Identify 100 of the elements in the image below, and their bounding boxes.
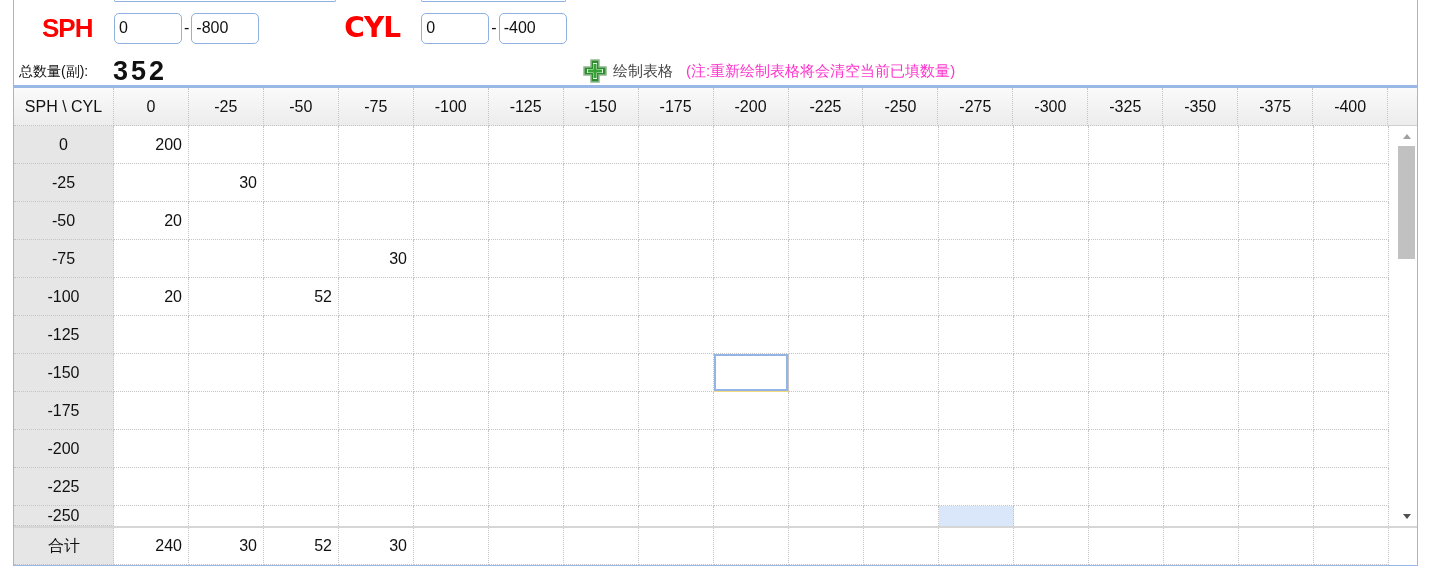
table-cell[interactable] [189,278,264,316]
table-cell[interactable] [1239,240,1314,278]
table-cell[interactable] [864,354,939,392]
table-cell[interactable] [1014,468,1089,506]
table-cell[interactable] [414,126,489,164]
table-cell[interactable] [489,354,564,392]
table-cell[interactable] [1164,392,1239,430]
table-cell[interactable] [1239,430,1314,468]
draw-table-button[interactable]: 绘制表格 [583,59,673,83]
table-cell[interactable] [639,354,714,392]
table-cell[interactable] [414,468,489,506]
table-cell[interactable] [189,354,264,392]
table-cell[interactable] [1239,392,1314,430]
table-cell[interactable] [864,240,939,278]
table-cell[interactable] [264,354,339,392]
table-cell[interactable] [414,354,489,392]
table-cell[interactable] [1089,240,1164,278]
table-cell[interactable] [564,468,639,506]
table-cell[interactable] [714,164,789,202]
table-cell[interactable] [264,468,339,506]
table-cell[interactable] [1089,430,1164,468]
table-cell[interactable] [789,126,864,164]
table-cell[interactable] [1239,316,1314,354]
table-cell[interactable] [564,316,639,354]
table-cell[interactable] [639,278,714,316]
table-cell[interactable] [339,354,414,392]
table-cell[interactable] [789,164,864,202]
table-cell[interactable] [1014,316,1089,354]
table-cell[interactable] [114,354,189,392]
table-cell[interactable] [1014,164,1089,202]
table-cell[interactable] [714,468,789,506]
table-cell[interactable] [714,354,789,392]
table-cell[interactable] [639,202,714,240]
table-cell[interactable] [1089,164,1164,202]
table-cell[interactable] [489,392,564,430]
table-cell[interactable] [414,164,489,202]
table-cell[interactable] [1089,202,1164,240]
range-from-field[interactable]: 0 [421,12,490,44]
table-cell[interactable] [114,316,189,354]
table-cell[interactable] [489,316,564,354]
table-cell[interactable] [114,164,189,202]
table-cell[interactable] [189,126,264,164]
table-cell[interactable] [714,430,789,468]
table-cell[interactable] [864,392,939,430]
table-cell[interactable] [1014,126,1089,164]
table-cell[interactable] [1089,316,1164,354]
table-cell[interactable] [189,392,264,430]
table-cell[interactable] [489,240,564,278]
table-cell[interactable] [1014,354,1089,392]
table-cell[interactable] [639,164,714,202]
table-cell[interactable] [339,430,414,468]
table-cell[interactable] [864,316,939,354]
table-cell[interactable] [264,430,339,468]
table-cell[interactable] [489,202,564,240]
table-cell[interactable] [489,126,564,164]
table-cell[interactable] [564,354,639,392]
table-cell[interactable] [939,240,1014,278]
table-cell[interactable] [714,278,789,316]
table-cell[interactable] [1014,430,1089,468]
table-cell[interactable]: 200 [114,126,189,164]
table-cell[interactable] [1089,392,1164,430]
table-cell[interactable] [414,316,489,354]
table-cell[interactable] [1164,202,1239,240]
table-cell[interactable] [714,392,789,430]
table-cell[interactable] [714,126,789,164]
table-cell[interactable] [939,392,1014,430]
table-cell[interactable] [189,240,264,278]
table-cell[interactable] [939,126,1014,164]
table-cell[interactable] [939,202,1014,240]
table-cell[interactable]: 30 [339,240,414,278]
scroll-up-icon[interactable] [1402,133,1411,139]
table-cell[interactable] [264,126,339,164]
table-cell[interactable]: 20 [114,278,189,316]
table-cell[interactable] [939,430,1014,468]
table-cell[interactable] [339,468,414,506]
table-cell[interactable] [114,468,189,506]
table-cell[interactable] [1164,430,1239,468]
table-cell[interactable] [114,430,189,468]
table-cell[interactable] [1089,354,1164,392]
table-cell[interactable] [1164,354,1239,392]
table-cell[interactable] [789,392,864,430]
table-cell[interactable] [1239,278,1314,316]
table-cell[interactable] [639,126,714,164]
table-cell[interactable] [864,164,939,202]
table-cell[interactable] [939,316,1014,354]
table-cell[interactable] [1164,278,1239,316]
table-cell[interactable] [339,392,414,430]
range-from-field[interactable]: 0 [114,12,182,44]
table-cell[interactable] [789,468,864,506]
table-cell[interactable] [789,354,864,392]
table-cell[interactable] [1239,164,1314,202]
table-cell[interactable] [939,354,1014,392]
scroll-down-icon[interactable] [1402,513,1411,519]
table-cell[interactable] [639,240,714,278]
range-to-field[interactable]: -800 [191,12,260,44]
table-cell[interactable] [264,202,339,240]
table-cell[interactable] [789,278,864,316]
table-cell[interactable] [789,202,864,240]
table-cell[interactable] [864,126,939,164]
table-cell[interactable] [339,278,414,316]
